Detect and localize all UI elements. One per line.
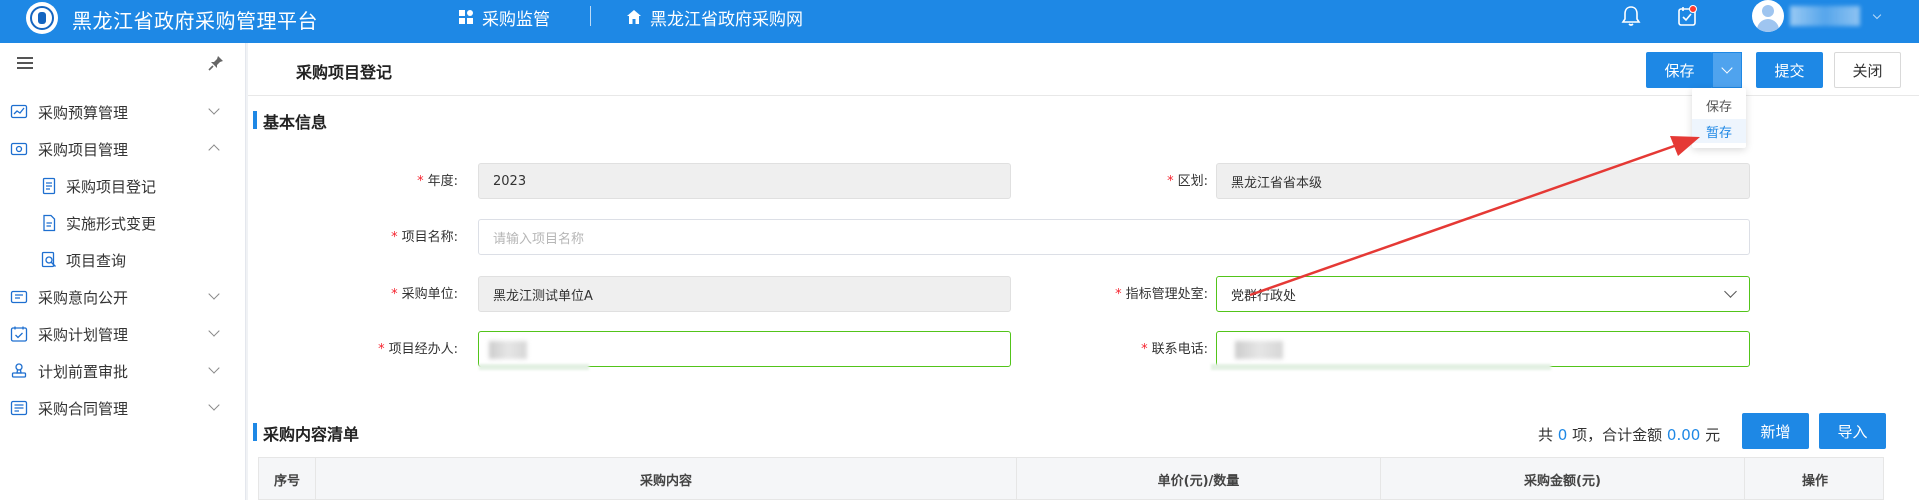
add-item-button[interactable]: 新增 [1742, 413, 1809, 449]
purchaser-label: * 采购单位: [391, 287, 458, 302]
phone-label: * 联系电话: [1141, 342, 1208, 357]
nav-procurement-site-label: 黑龙江省政府采购网 [650, 9, 803, 30]
sidebar-item-project-register[interactable]: 采购项目登记 [0, 166, 246, 206]
blur-artifact [479, 364, 589, 370]
platform-logo [26, 2, 58, 34]
office-select[interactable]: 党群行政处 [1216, 276, 1750, 312]
column-header: 序号 [259, 458, 316, 500]
page-title: 采购项目登记 [296, 63, 393, 82]
region-field[interactable]: 黑龙江省省本级 [1216, 163, 1750, 199]
menu-item-temp-save[interactable]: 暂存 [1692, 119, 1746, 143]
menu-item-save[interactable]: 保存 [1692, 93, 1746, 117]
top-header: 黑龙江省政府采购管理平台 采购监管 黑龙江省政府采购网 [0, 0, 1919, 43]
chevron-down-icon[interactable] [1872, 10, 1882, 20]
submit-button[interactable]: 提交 [1756, 52, 1823, 88]
calendar-check-icon [10, 326, 28, 342]
sidebar-item-label: 采购合同管理 [38, 399, 129, 418]
column-header: 单价(元)/数量 [1017, 458, 1381, 500]
manager-input[interactable] [478, 331, 1011, 370]
sidebar-item-form-change[interactable]: 实施形式变更 [0, 203, 246, 243]
sidebar-item-project-query[interactable]: 项目查询 [0, 240, 246, 280]
sidebar-item-intent-publish[interactable]: 采购意向公开 [0, 277, 246, 317]
sidebar-item-pre-approval[interactable]: 计划前置审批 [0, 351, 246, 391]
nav-supervision[interactable]: 采购监管 [458, 4, 550, 30]
item-count: 0 [1557, 426, 1568, 444]
app-title: 黑龙江省政府采购管理平台 [72, 9, 318, 33]
sidebar-toolbar [0, 43, 245, 84]
user-name-blurred[interactable] [1790, 6, 1860, 26]
year-label: * 年度: [417, 174, 458, 189]
notification-dot [1689, 5, 1697, 13]
chevron-down-icon [208, 399, 220, 411]
apps-grid-icon [458, 9, 474, 25]
office-select-value: 党群行政处 [1231, 288, 1297, 304]
column-header: 采购金额(元) [1381, 458, 1745, 500]
sidebar-item-label: 实施形式变更 [66, 214, 157, 233]
import-button[interactable]: 导入 [1819, 413, 1886, 449]
table-header: 序号 采购内容 单价(元)/数量 采购金额(元) 操作 [258, 457, 1884, 500]
sidebar-item-label: 采购项目登记 [66, 177, 157, 196]
sidebar: 采购预算管理 采购项目管理 采购项目登记 实施形式变更 项目查询 采购意向公开 … [0, 43, 246, 500]
sidebar-item-label: 采购预算管理 [38, 103, 129, 122]
menu-toggle-icon[interactable] [17, 57, 33, 69]
chart-icon [10, 104, 28, 119]
save-button[interactable]: 保存 [1646, 52, 1713, 88]
save-dropdown-toggle[interactable] [1712, 52, 1742, 88]
page-header: 采购项目登记 保存 提交 关闭 [248, 43, 1919, 96]
chevron-up-icon [208, 144, 220, 156]
year-field[interactable]: 2023 [478, 163, 1011, 199]
sidebar-item-label: 计划前置审批 [38, 362, 129, 381]
column-header: 操作 [1801, 474, 1828, 489]
document-icon [42, 177, 56, 195]
chevron-down-icon [208, 103, 220, 115]
sidebar-item-budget[interactable]: 采购预算管理 [0, 92, 246, 132]
phone-input[interactable] [1211, 331, 1750, 370]
close-button[interactable]: 关闭 [1834, 52, 1901, 88]
task-check-icon[interactable] [1673, 2, 1701, 30]
nav-procurement-site[interactable]: 黑龙江省政府采购网 [626, 4, 803, 30]
project-name-label: * 项目名称: [391, 230, 458, 245]
stamp-icon [11, 363, 27, 378]
sidebar-item-label: 项目查询 [66, 251, 127, 270]
chevron-down-icon [208, 288, 220, 300]
announce-icon [10, 290, 28, 304]
purchaser-field[interactable]: 黑龙江测试单位A [478, 276, 1011, 312]
sidebar-item-label: 采购项目管理 [38, 140, 129, 159]
section-title-content-list: 采购内容清单 [253, 421, 359, 445]
chevron-down-icon [1724, 285, 1737, 298]
manager-label: * 项目经办人: [378, 342, 458, 357]
user-avatar-icon[interactable] [1752, 0, 1784, 32]
total-amount: 0.00 [1666, 426, 1701, 444]
sidebar-item-plan-management[interactable]: 采购计划管理 [0, 314, 246, 354]
save-dropdown-menu: 保存 暂存 [1692, 88, 1746, 148]
main-content: 采购项目登记 保存 提交 关闭 基本信息 * 年度: 2023 * 区划: 黑龙江省… [248, 43, 1919, 500]
sidebar-item-label: 采购意向公开 [38, 288, 129, 307]
bell-icon[interactable] [1617, 2, 1645, 30]
region-label: * 区划: [1167, 174, 1208, 189]
nav-divider [590, 6, 591, 26]
chevron-down-icon [208, 325, 220, 337]
document-edit-icon [43, 214, 56, 232]
phone-value-blurred [1235, 341, 1283, 359]
manager-value-blurred [489, 341, 527, 359]
nav-supervision-label: 采购监管 [482, 9, 550, 30]
sidebar-item-contract[interactable]: 采购合同管理 [0, 388, 246, 428]
list-summary: 共 0 项，合计金额 0.00 元 [1538, 426, 1721, 444]
column-header: 采购内容 [316, 458, 1017, 500]
project-name-input[interactable]: 请输入项目名称 [478, 219, 1750, 255]
pin-icon[interactable] [207, 54, 225, 76]
contract-icon [10, 400, 28, 416]
search-doc-icon [41, 251, 56, 268]
blur-artifact [1211, 364, 1551, 370]
home-icon [626, 9, 642, 25]
sidebar-item-project-management[interactable]: 采购项目管理 [0, 129, 246, 169]
folder-icon [10, 142, 28, 156]
sidebar-item-label: 采购计划管理 [38, 325, 129, 344]
office-label: * 指标管理处室: [1115, 287, 1208, 302]
section-title-basic-info: 基本信息 [253, 109, 327, 133]
chevron-down-icon [208, 362, 220, 374]
